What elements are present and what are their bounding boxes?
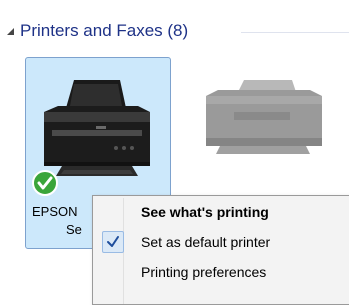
printer-icon[interactable] [196,80,326,160]
triangle-collapse-icon[interactable] [6,27,16,37]
menu-item-label: Set as default printer [141,234,271,250]
menu-item-set-default-printer[interactable]: Set as default printer [95,228,349,258]
menu-item-label: See what's printing [141,204,269,220]
printer-icon [44,80,150,176]
menu-check-box [102,231,124,253]
menu-item-label: Printing preferences [141,264,267,280]
printer-name: EPSON [32,204,78,219]
checkmark-icon [107,236,119,247]
menu-item-see-whats-printing[interactable]: See what's printing [95,198,349,228]
printers-group-header[interactable]: Printers and Faxes (8) [6,20,349,44]
context-menu: See what's printing Set as default print… [92,195,349,305]
default-check-icon [32,170,58,196]
group-title: Printers and Faxes (8) [20,21,189,40]
menu-item-printing-preferences[interactable]: Printing preferences [95,258,349,288]
group-divider [241,32,349,33]
printer-name-continuation: Se [66,222,82,237]
